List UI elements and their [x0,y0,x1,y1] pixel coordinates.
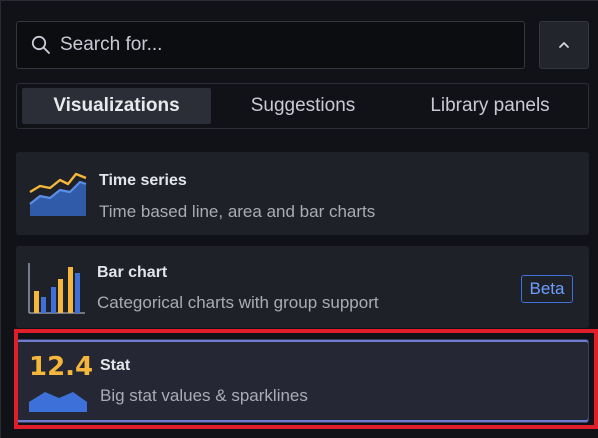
visualization-card-bar-chart[interactable]: Bar chart Categorical charts with group … [16,246,589,328]
bar-chart-icon [28,263,85,314]
search-input[interactable] [60,22,500,68]
sparkline-icon [29,392,87,412]
card-description: Time based line, area and bar charts [99,202,376,221]
tab-suggestions[interactable]: Suggestions [217,88,389,124]
chevron-up-icon [559,42,569,48]
card-title: Stat [100,357,131,374]
card-title: Time series [99,172,187,189]
search-field[interactable] [16,21,525,69]
panel-divider [0,0,1,438]
search-icon [31,35,50,54]
picker-tabs: Visualizations Suggestions Library panel… [16,83,589,129]
time-series-icon [29,172,87,216]
tab-visualizations[interactable]: Visualizations [22,88,211,124]
card-title: Bar chart [97,264,168,281]
collapse-button[interactable] [539,21,589,69]
stat-icon: 12.4 [29,352,93,412]
visualization-card-stat[interactable]: 12.4 Stat Big stat values & sparklines [16,339,589,423]
visualization-picker-panel: Visualizations Suggestions Library panel… [0,0,598,438]
beta-badge: Beta [521,275,573,303]
card-description: Categorical charts with group support [97,293,379,312]
card-description: Big stat values & sparklines [100,386,308,405]
tab-library-panels[interactable]: Library panels [395,88,585,124]
stat-icon-value: 12.4 [29,352,94,382]
visualization-card-time-series[interactable]: Time series Time based line, area and ba… [16,152,589,235]
panel-divider [0,0,598,1]
